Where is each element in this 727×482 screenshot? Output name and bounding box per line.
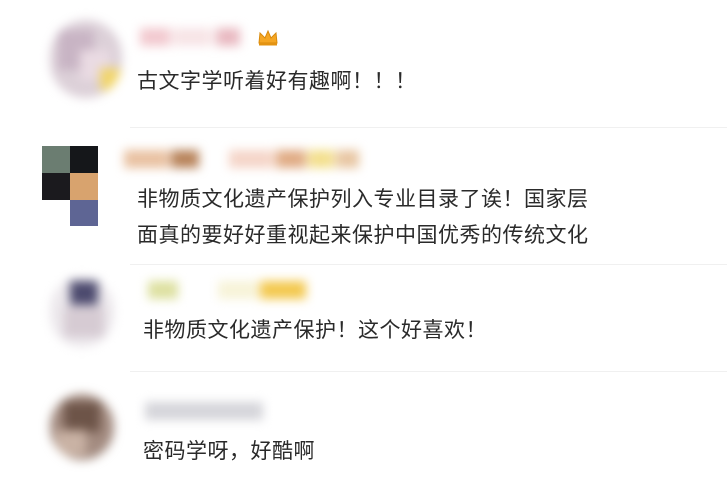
comment-2: 非物质文化遗产保护列入专业目录了诶！国家层 面真的要好好重视起来保护中国优秀的传… [0,128,727,263]
avatar[interactable] [50,394,114,460]
comment-3: 非物质文化遗产保护！这个好喜欢！ [0,265,727,370]
comment-1: 古文字学听着好有趣啊！！！ [0,0,727,125]
author-name[interactable] [124,150,359,168]
author-name[interactable] [140,28,250,46]
author-name[interactable] [145,402,265,420]
comment-4: 密码学呀，好酷啊 [0,372,727,482]
avatar[interactable] [50,20,122,98]
comment-text-line-1: 非物质文化遗产保护列入专业目录了诶！国家层 [137,187,589,211]
comment-text: 非物质文化遗产保护！这个好喜欢！ [143,318,487,342]
comment-text: 古文字学听着好有趣啊！！！ [137,69,417,93]
crown-icon [257,28,279,46]
avatar[interactable] [50,277,114,347]
comment-text: 密码学呀，好酷啊 [143,439,315,463]
avatar[interactable] [42,146,98,226]
comment-text-line-2: 面真的要好好重视起来保护中国优秀的传统文化 [137,223,589,247]
author-name[interactable] [148,281,308,299]
